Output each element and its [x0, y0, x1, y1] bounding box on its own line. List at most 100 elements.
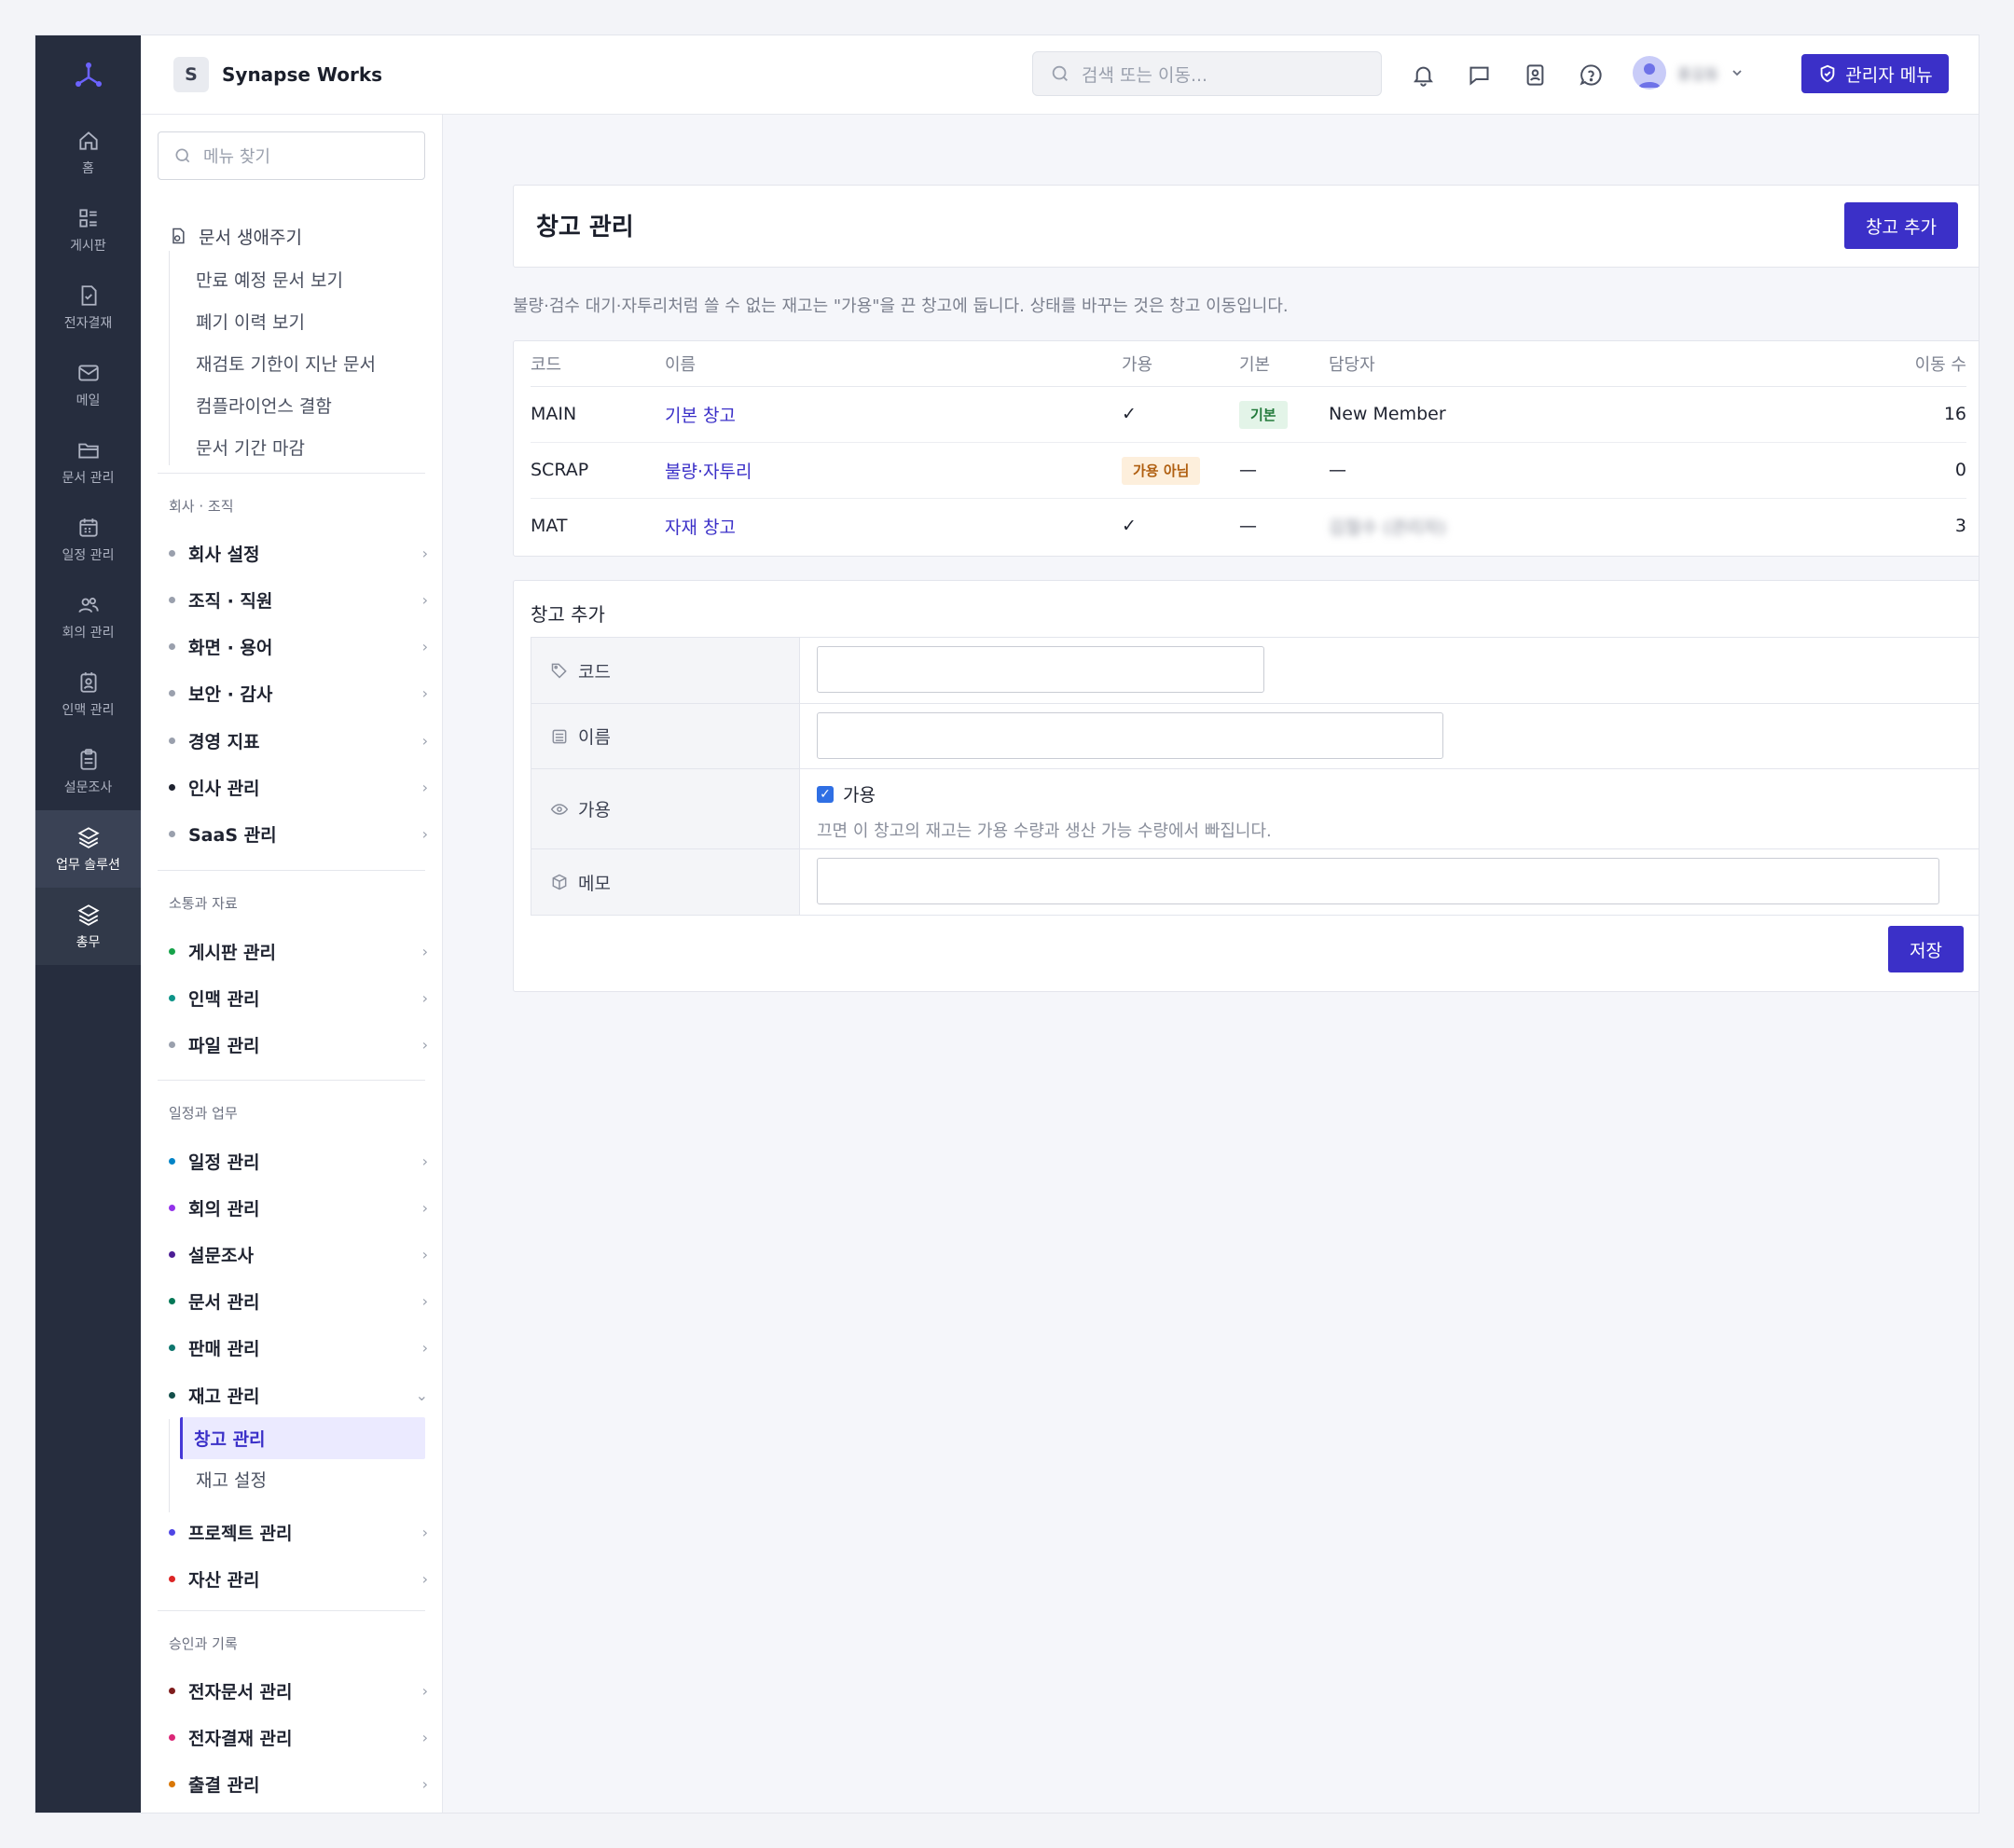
menu-item[interactable]: 전자문서 관리 › [169, 1672, 428, 1709]
menu-lifecycle-item[interactable]: 문서 기간 마감 [196, 434, 305, 460]
menu-item[interactable]: 설문조사 › [169, 1235, 428, 1273]
app-logo[interactable] [35, 35, 141, 114]
cell-name[interactable]: 불량·자투리 [665, 442, 1122, 499]
menu-lifecycle-item[interactable]: 재검토 기한이 지난 문서 [196, 351, 376, 376]
cell-name[interactable]: 자재 창고 [665, 498, 1122, 554]
table-row[interactable]: MAT 자재 창고 ✓ — 김철수 (관리자) 3 [531, 498, 1966, 554]
rail-item-label: 게시판 [70, 238, 106, 254]
user-menu[interactable]: 홍길동 [1633, 56, 1745, 90]
chat-button[interactable] [1465, 56, 1493, 93]
company-brand[interactable]: S Synapse Works [173, 57, 382, 92]
app-window: 홈게시판전자결재 메일 문서 관리일정 관리회의 관리 인맥 관리 설문조사 업무 솔루션… [34, 34, 1980, 1814]
global-search[interactable]: 검색 또는 이동... [1032, 51, 1382, 96]
rail-item-3[interactable]: 메일 [35, 346, 141, 423]
menu-lifecycle-header[interactable]: 문서 생애주기 [169, 217, 428, 255]
menu-item[interactable]: 자산 관리 › [169, 1560, 428, 1597]
icon-rail: 홈게시판전자결재 메일 문서 관리일정 관리회의 관리 인맥 관리 설문조사 업무 솔루션… [35, 35, 141, 1813]
menu-item[interactable]: 화면 · 용어 › [169, 628, 428, 666]
form-row-memo: 메모 [531, 849, 1979, 915]
menu-item[interactable]: 회사 설정 › [169, 534, 428, 572]
table-header-row: 코드 이름 가용 기본 담당자 이동 수 [531, 341, 1966, 387]
warehouse-link[interactable]: 불량·자투리 [665, 462, 752, 482]
add-warehouse-button[interactable]: 창고 추가 [1844, 202, 1958, 249]
menu-item[interactable]: 문서 관리 › [169, 1283, 428, 1320]
clipboard-icon [79, 748, 97, 770]
menu-item[interactable]: 재고 관리 ⌄ [169, 1376, 428, 1414]
rail-item-6[interactable]: 회의 관리 [35, 578, 141, 655]
cell-name[interactable]: 기본 창고 [665, 386, 1122, 443]
table-row[interactable]: SCRAP 불량·자투리 가용 아님 — — 0 [531, 442, 1966, 499]
rail-item-4[interactable]: 문서 관리 [35, 423, 141, 501]
menu-search-input[interactable]: 메뉴 찾기 [158, 131, 425, 180]
warehouse-link[interactable]: 기본 창고 [665, 406, 736, 426]
menu-item-dot [169, 1687, 175, 1694]
menu-item-dot [169, 994, 175, 1001]
menu-item-dot [169, 831, 175, 838]
bell-button[interactable] [1409, 56, 1437, 93]
name-input[interactable] [817, 712, 1443, 759]
menu-item[interactable]: 출결 관리 › [169, 1765, 428, 1802]
menu-item[interactable]: 보안 · 감사 › [169, 675, 428, 712]
menu-lifecycle-item[interactable]: 만료 예정 문서 보기 [196, 267, 343, 292]
user-icon [1638, 63, 1661, 88]
menu-divider [158, 870, 425, 871]
col-default: 기본 [1239, 341, 1329, 387]
board-icon [78, 208, 97, 228]
warehouse-link[interactable]: 자재 창고 [665, 517, 736, 538]
cell-code: SCRAP [531, 442, 665, 499]
rail-item-2[interactable]: 전자결재 [35, 269, 141, 346]
menu-item[interactable]: 파일 관리 › [169, 1026, 428, 1063]
menu-item[interactable]: 게시판 관리 › [169, 932, 428, 970]
form-row-name: 이름 [531, 704, 1979, 769]
menu-item[interactable]: 프로젝트 관리 › [169, 1513, 428, 1551]
table-row[interactable]: MAIN 기본 창고 ✓ 기본 New Member 16 [531, 386, 1966, 443]
available-checkbox[interactable]: ✓ 가용 [817, 781, 1979, 807]
cell-available: ✓ [1122, 498, 1239, 554]
save-button[interactable]: 저장 [1888, 926, 1964, 972]
chevron-right-icon: › [421, 1728, 428, 1746]
menu-item-label: 재고 관리 [188, 1386, 260, 1407]
help-button[interactable] [1577, 56, 1605, 93]
rail-item-7[interactable]: 인맥 관리 [35, 655, 141, 733]
menu-item-label: 게시판 관리 [188, 942, 277, 963]
code-input[interactable] [817, 646, 1264, 693]
menu-item[interactable]: 회의 관리 › [169, 1189, 428, 1226]
menu-item[interactable]: 판매 관리 › [169, 1330, 428, 1367]
status-badge: 가용 아님 [1122, 457, 1201, 485]
menu-item-warehouse-active[interactable]: 창고 관리 [180, 1417, 425, 1460]
menu-item[interactable]: SaaS 관리 › [169, 816, 428, 853]
form-row-code: 코드 [531, 638, 1979, 704]
col-name: 이름 [665, 341, 1122, 387]
users-icon [77, 597, 99, 613]
menu-item-label: 전자결재 관리 [188, 1728, 293, 1749]
menu-tree-line [169, 1419, 170, 1513]
bell-icon [1413, 66, 1433, 87]
menu-lifecycle-item[interactable]: 컴플라이언스 결함 [196, 393, 332, 418]
rail-item-9[interactable]: 업무 솔루션 [35, 810, 141, 888]
rail-item-8[interactable]: 설문조사 [35, 733, 141, 810]
rail-item-label: 일정 관리 [62, 547, 115, 563]
contacts-button[interactable] [1521, 56, 1549, 93]
rail-item-1[interactable]: 게시판 [35, 191, 141, 269]
menu-item-dot [169, 596, 175, 603]
menu-item-label: 프로젝트 관리 [188, 1523, 293, 1544]
menu-item[interactable]: 전자결재 관리 › [169, 1718, 428, 1756]
memo-input[interactable] [817, 858, 1939, 904]
rail-item-10[interactable]: 총무 [35, 888, 141, 965]
menu-sub-item[interactable]: 재고 설정 [196, 1467, 267, 1492]
rail-item-0[interactable]: 홈 [35, 114, 141, 191]
menu-item[interactable]: 인사 관리 › [169, 769, 428, 807]
menu-item-dot [169, 549, 175, 557]
menu-item[interactable]: 인맥 관리 › [169, 979, 428, 1016]
manager-name: New Member [1329, 404, 1446, 424]
menu-item[interactable]: 일정 관리 › [169, 1142, 428, 1179]
admin-menu-button[interactable]: 관리자 메뉴 [1801, 54, 1949, 93]
logo-icon [75, 62, 102, 87]
menu-item[interactable]: 경영 지표 › [169, 722, 428, 759]
chevron-right-icon: › [421, 1292, 428, 1311]
menu-item[interactable]: 조직 · 직원 › [169, 581, 428, 618]
search-icon [175, 148, 190, 163]
chevron-down-icon [1732, 70, 1742, 76]
rail-item-5[interactable]: 일정 관리 [35, 501, 141, 578]
menu-lifecycle-item[interactable]: 폐기 이력 보기 [196, 309, 305, 334]
